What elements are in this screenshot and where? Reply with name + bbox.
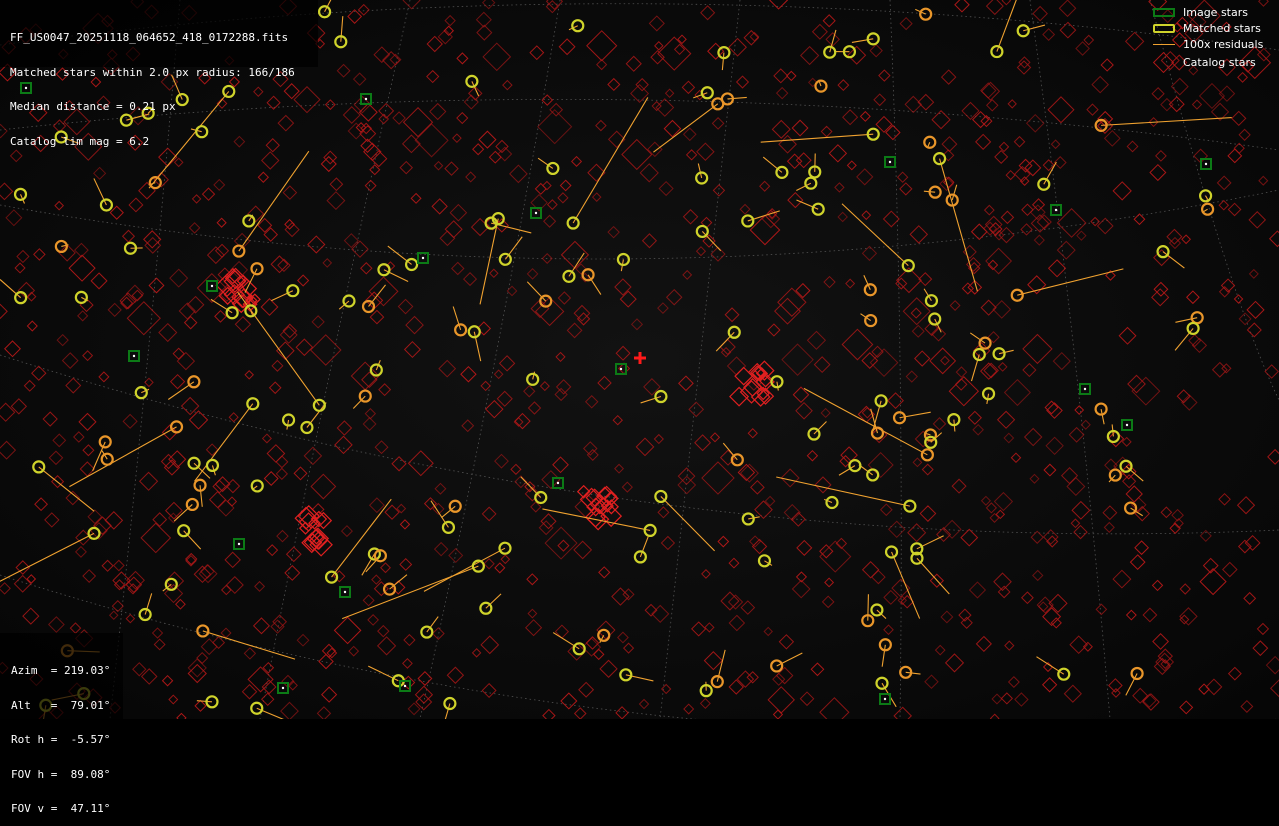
rotation-readout: Rot h = -5.57° — [11, 734, 123, 746]
catalog-star-diamond-icon — [1153, 54, 1183, 70]
legend-residuals: 100x residuals — [1153, 36, 1271, 52]
image-star-dot — [620, 368, 622, 370]
image-star-dot — [282, 687, 284, 689]
image-star-dot — [344, 591, 346, 593]
legend-image-stars: Image stars — [1153, 4, 1271, 20]
image-star-dot — [1084, 388, 1086, 390]
fov-h-readout: FOV h = 89.08° — [11, 769, 123, 781]
image-star-dot — [557, 482, 559, 484]
image-star-dot — [133, 355, 135, 357]
fits-filename: FF_US0047_20251118_064652_418_0172288.fi… — [10, 32, 318, 44]
image-star-dot — [1055, 209, 1057, 211]
image-star-square-icon — [1153, 4, 1183, 20]
legend-label: Catalog stars — [1183, 56, 1256, 69]
fov-v-readout: FOV v = 47.11° — [11, 803, 123, 815]
legend-matched-stars: Matched stars — [1153, 20, 1271, 36]
median-distance-stat: Median distance = 0.21 px — [10, 101, 318, 113]
image-star-dot — [1205, 163, 1207, 165]
image-star-dot — [889, 161, 891, 163]
legend-label: Matched stars — [1183, 22, 1261, 35]
catalog-limit-stat: Catalog lim mag = 6.2 — [10, 136, 318, 148]
matched-stars-stat: Matched stars within 2.0 px radius: 166/… — [10, 67, 318, 79]
image-star-dot — [535, 212, 537, 214]
residual-line-icon — [1153, 36, 1183, 52]
image-star-dot — [238, 543, 240, 545]
image-star-dot — [404, 685, 406, 687]
image-star-dot — [422, 257, 424, 259]
image-star-dot — [211, 285, 213, 287]
legend-label: 100x residuals — [1183, 38, 1263, 51]
matched-star-circle-icon — [1153, 20, 1183, 36]
pointing-panel: Azim = 219.03° Alt = 79.01° Rot h = -5.5… — [0, 633, 123, 722]
altitude-readout: Alt = 79.01° — [11, 700, 123, 712]
residual-line — [868, 594, 869, 620]
image-star-dot — [1126, 424, 1128, 426]
image-star-dot — [884, 698, 886, 700]
legend: Image stars Matched stars 100x residuals… — [1153, 4, 1271, 72]
legend-catalog-stars: Catalog stars — [1153, 52, 1271, 72]
azimuth-readout: Azim = 219.03° — [11, 665, 123, 677]
fit-info-panel: FF_US0047_20251118_064652_418_0172288.fi… — [0, 0, 318, 67]
legend-label: Image stars — [1183, 6, 1248, 19]
image-star-dot — [365, 98, 367, 100]
